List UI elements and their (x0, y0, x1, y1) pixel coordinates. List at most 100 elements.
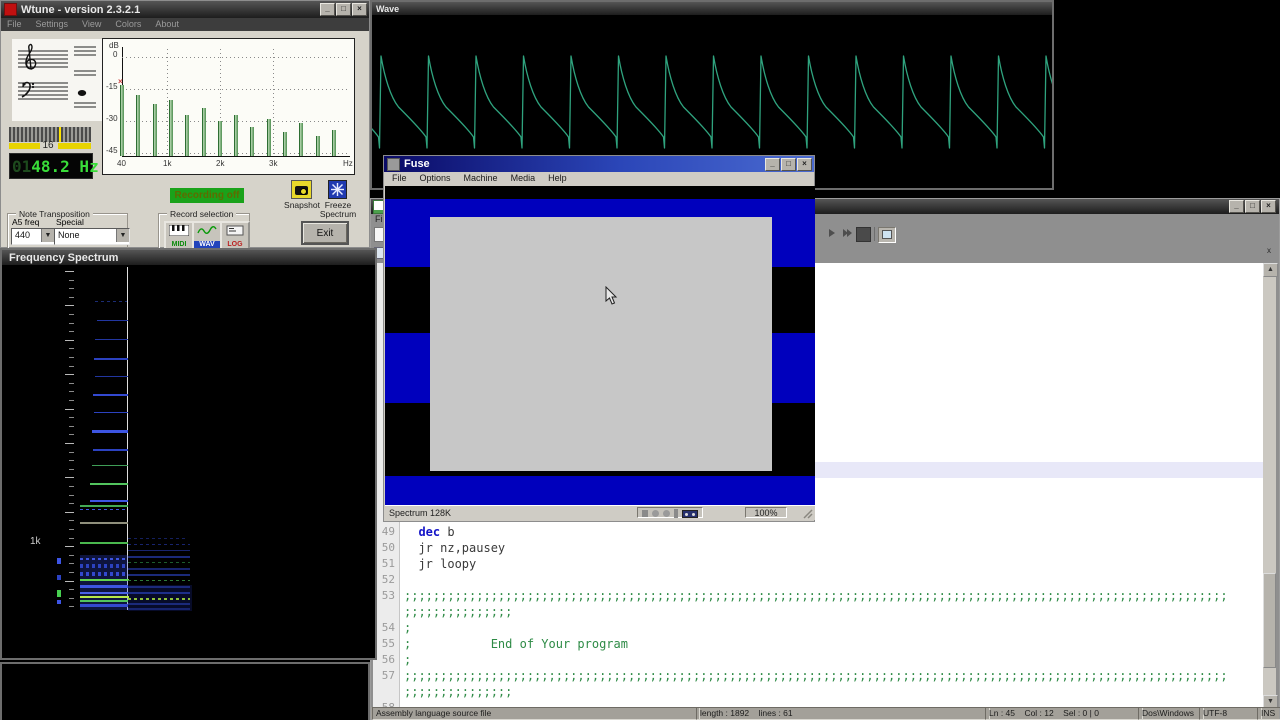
special-label: Special (56, 217, 84, 227)
snowflake-icon (329, 181, 346, 198)
menu-options[interactable]: Options (420, 173, 451, 186)
axis-tick (65, 512, 74, 513)
code-text: jr loopy (404, 556, 476, 572)
tab-close-icon[interactable]: x (1267, 246, 1271, 255)
spectrogram-line (128, 603, 190, 605)
spectrogram-line (80, 572, 128, 576)
axis-tick (69, 460, 74, 461)
harmonic-bar (169, 100, 173, 156)
axis-tick (69, 469, 74, 470)
axis-tick (69, 434, 74, 435)
piano-keys-icon (169, 225, 189, 236)
recording-status[interactable]: Recording off (170, 188, 244, 203)
axis-label-1k: 1k (30, 536, 41, 547)
tape-icon (682, 510, 698, 518)
record-wav-button[interactable]: WAV (192, 221, 222, 250)
vertical-scrollbar[interactable]: ▲ ▼ (1263, 263, 1276, 709)
axis-tick (65, 581, 74, 582)
run-fast-icon[interactable] (841, 227, 853, 239)
spectrogram-line (80, 585, 128, 588)
note-head (78, 90, 86, 96)
ytick-0: 0 (113, 50, 117, 59)
record-midi-button[interactable]: MIDI (164, 221, 194, 250)
close-button[interactable]: × (1261, 200, 1276, 213)
close-button[interactable]: × (352, 3, 367, 16)
record-log-button[interactable]: LOG (220, 221, 250, 250)
menu-file[interactable]: File (7, 19, 22, 31)
menu-about[interactable]: About (155, 19, 179, 31)
code-row: 49 dec b (373, 524, 1263, 540)
waveform-icon (197, 225, 217, 236)
axis-tick (65, 305, 74, 306)
menu-file[interactable]: File (392, 173, 407, 186)
ytick-45: -45 (106, 146, 118, 155)
wtune-titlebar[interactable]: Wtune - version 2.3.2.1 _ □ × (1, 1, 369, 18)
exit-button[interactable]: Exit (301, 221, 349, 245)
run-icon[interactable] (826, 227, 838, 239)
axis-tick (65, 477, 74, 478)
status-icons (637, 507, 703, 518)
xtick-2k: 2k (216, 159, 224, 168)
menu-colors[interactable]: Colors (115, 19, 141, 31)
scrollbar-thumb[interactable] (1263, 573, 1276, 668)
disk-icon (642, 510, 648, 517)
menu-help[interactable]: Help (548, 173, 567, 186)
menu-media[interactable]: Media (511, 173, 536, 186)
spectrogram-line (95, 301, 127, 302)
spectrogram-line (128, 574, 190, 576)
minimize-button[interactable]: _ (1229, 200, 1244, 213)
resize-grip-icon[interactable] (802, 508, 813, 519)
freq-titlebar[interactable]: Frequency Spectrum (2, 250, 375, 265)
maximize-button[interactable]: □ (1245, 200, 1260, 213)
freeze-spectrum-button[interactable] (328, 180, 347, 199)
scroll-up-icon[interactable]: ▲ (1263, 263, 1278, 277)
spectrogram-line (80, 564, 128, 568)
snapshot-button[interactable] (291, 180, 312, 199)
xtick-1k: 1k (163, 159, 171, 168)
menu-settings[interactable]: Settings (36, 19, 69, 31)
mouse-icon (652, 510, 659, 517)
spectrogram-line (57, 600, 61, 604)
axis-tick (69, 357, 74, 358)
code-text: jr nz,pausey (404, 540, 505, 556)
maximize-button[interactable]: □ (781, 158, 796, 171)
spectrogram-line (95, 339, 128, 340)
axis-tick (69, 452, 74, 453)
chevron-down-icon[interactable]: ▼ (41, 229, 54, 242)
gridline (273, 49, 274, 156)
maximize-button[interactable]: □ (336, 3, 351, 16)
code-text: ; (404, 620, 411, 636)
a5-freq-select[interactable]: 440▼ (11, 228, 55, 245)
joystick-icon (663, 510, 670, 517)
emulator-display[interactable] (385, 186, 815, 508)
peak-marker: × (118, 77, 123, 86)
spectrogram-line (128, 586, 190, 588)
menu-machine[interactable]: Machine (464, 173, 498, 186)
code-text: ; End of Your program (404, 636, 628, 652)
freq-title: Frequency Spectrum (9, 252, 118, 264)
border-stripe (385, 186, 815, 199)
chevron-down-icon[interactable]: ▼ (116, 229, 129, 242)
code-text: ; (404, 652, 411, 668)
code-row: 51 jr loopy (373, 556, 1263, 572)
spectrogram-line (128, 592, 190, 594)
monitor-icon[interactable] (878, 227, 896, 243)
record-macro-icon[interactable] (856, 227, 871, 242)
harmonic-bar (218, 121, 222, 156)
harmonic-bar (136, 95, 140, 156)
wave-titlebar[interactable]: Wave (372, 2, 1052, 15)
fuse-titlebar[interactable]: Fuse _ □ × (384, 156, 814, 172)
axis-tick (69, 400, 74, 401)
axis-tick (69, 288, 74, 289)
minimize-button[interactable]: _ (320, 3, 335, 16)
spectrogram-line (128, 562, 190, 563)
minimize-button[interactable]: _ (765, 158, 780, 171)
ytick-15: -15 (106, 82, 118, 91)
axis-tick (69, 529, 74, 530)
special-select[interactable]: None▼ (54, 228, 130, 245)
gridline (122, 57, 349, 58)
close-button[interactable]: × (797, 158, 812, 171)
menu-view[interactable]: View (82, 19, 101, 31)
code-row: 55; End of Your program (373, 636, 1263, 652)
axis-tick (69, 606, 74, 607)
